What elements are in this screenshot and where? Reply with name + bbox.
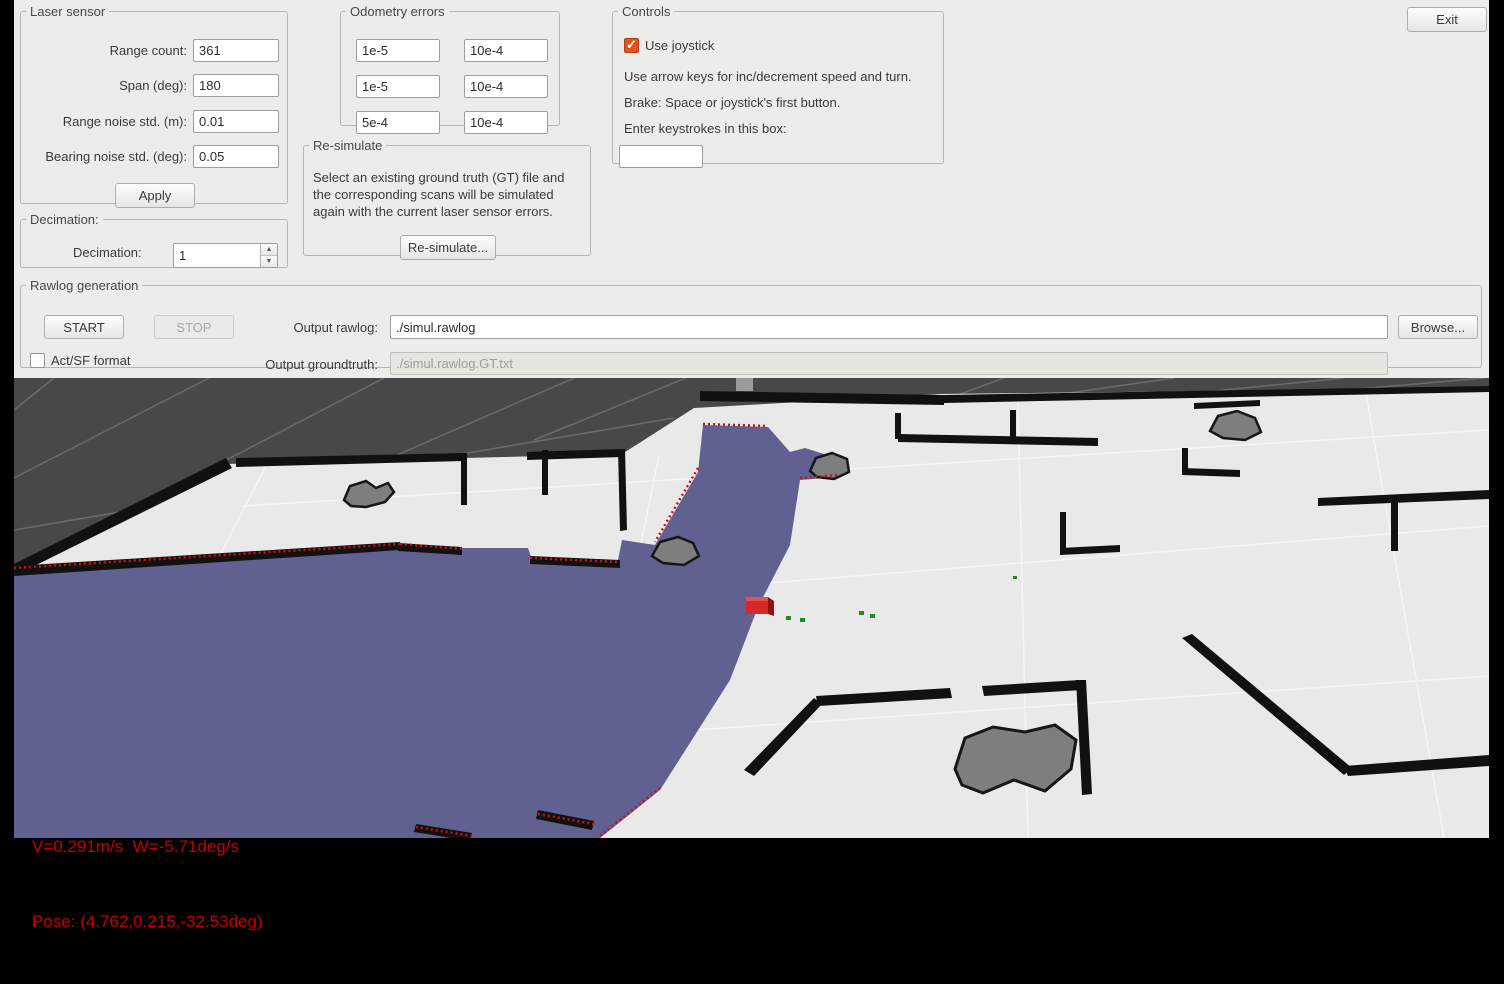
- viewport-tab: [736, 378, 753, 391]
- odometry-error-input-0-0[interactable]: [356, 39, 440, 62]
- decimation-label: Decimation:: [73, 245, 142, 260]
- resimulate-button[interactable]: Re-simulate...: [400, 235, 496, 260]
- actsf-checkbox-row[interactable]: Act/SF format: [30, 353, 130, 368]
- resimulate-title: Re-simulate: [309, 138, 386, 153]
- spinner-up-icon[interactable]: ▲: [261, 244, 277, 256]
- span-deg-label: Span (deg):: [119, 78, 187, 93]
- browse-button[interactable]: Browse...: [1398, 315, 1478, 339]
- joystick-checkbox[interactable]: [624, 38, 639, 53]
- bearing-noise-input[interactable]: [193, 145, 279, 168]
- spinner-down-icon[interactable]: ▼: [261, 256, 277, 267]
- start-button[interactable]: START: [44, 315, 124, 339]
- keystroke-input[interactable]: [619, 145, 703, 168]
- exit-button[interactable]: Exit: [1407, 7, 1487, 32]
- resimulate-group: Re-simulate Select an existing ground tr…: [303, 138, 591, 256]
- controls-line-1: Use arrow keys for inc/decrement speed a…: [624, 69, 912, 84]
- robot: [746, 597, 774, 616]
- range-count-label: Range count:: [110, 43, 187, 58]
- actsf-label: Act/SF format: [51, 353, 130, 368]
- output-groundtruth-label: Output groundtruth:: [218, 357, 378, 372]
- laser-sensor-title: Laser sensor: [26, 4, 109, 19]
- laser-sensor-group: Laser sensor Range count: Span (deg): Ra…: [20, 4, 288, 204]
- decimation-spinner[interactable]: ▲ ▼: [173, 243, 278, 268]
- bearing-noise-label: Bearing noise std. (deg):: [45, 149, 187, 164]
- joystick-checkbox-row[interactable]: Use joystick: [624, 38, 714, 53]
- controls-line-3: Enter keystrokes in this box:: [624, 121, 787, 136]
- controls-title: Controls: [618, 4, 674, 19]
- sim-viewport[interactable]: V=0.291m/s W=-5.71deg/s Pose: (4.762,0.2…: [14, 378, 1489, 838]
- span-deg-input[interactable]: [193, 74, 279, 97]
- scene-canvas: [14, 378, 1489, 838]
- decimation-group-title: Decimation:: [26, 212, 103, 227]
- spinner-arrows[interactable]: ▲ ▼: [260, 244, 277, 267]
- output-rawlog-input[interactable]: [390, 315, 1388, 339]
- odometry-errors-title: Odometry errors: [346, 4, 449, 19]
- resimulate-description: Select an existing ground truth (GT) fil…: [313, 169, 585, 220]
- controls-group: Controls Use joystick Use arrow keys for…: [612, 4, 944, 164]
- app-window: Laser sensor Range count: Span (deg): Ra…: [14, 0, 1489, 838]
- odometry-error-input-1-0[interactable]: [356, 75, 440, 98]
- odometry-error-input-0-1[interactable]: [464, 39, 548, 62]
- joystick-label: Use joystick: [645, 38, 714, 53]
- hud-velocity: V=0.291m/s W=-5.71deg/s: [32, 834, 263, 859]
- output-groundtruth-input: [390, 352, 1388, 375]
- decimation-group: Decimation: Decimation: ▲ ▼: [20, 212, 288, 268]
- range-count-input[interactable]: [193, 39, 279, 62]
- telemetry-hud: V=0.291m/s W=-5.71deg/s Pose: (4.762,0.2…: [32, 784, 263, 984]
- controls-line-2: Brake: Space or joystick's first button.: [624, 95, 840, 110]
- odometry-errors-group: Odometry errors: [340, 4, 560, 126]
- range-noise-label: Range noise std. (m):: [63, 114, 187, 129]
- rawlog-generation-title: Rawlog generation: [26, 278, 142, 293]
- hud-pose: Pose: (4.762,0.215,-32.53deg): [32, 909, 263, 934]
- output-rawlog-label: Output rawlog:: [218, 320, 378, 335]
- apply-button[interactable]: Apply: [115, 183, 195, 208]
- range-noise-input[interactable]: [193, 110, 279, 133]
- rawlog-generation-group: Rawlog generation START STOP Output rawl…: [20, 278, 1482, 368]
- actsf-checkbox[interactable]: [30, 353, 45, 368]
- odometry-error-input-2-0[interactable]: [356, 111, 440, 134]
- odometry-error-input-2-1[interactable]: [464, 111, 548, 134]
- odometry-error-input-1-1[interactable]: [464, 75, 548, 98]
